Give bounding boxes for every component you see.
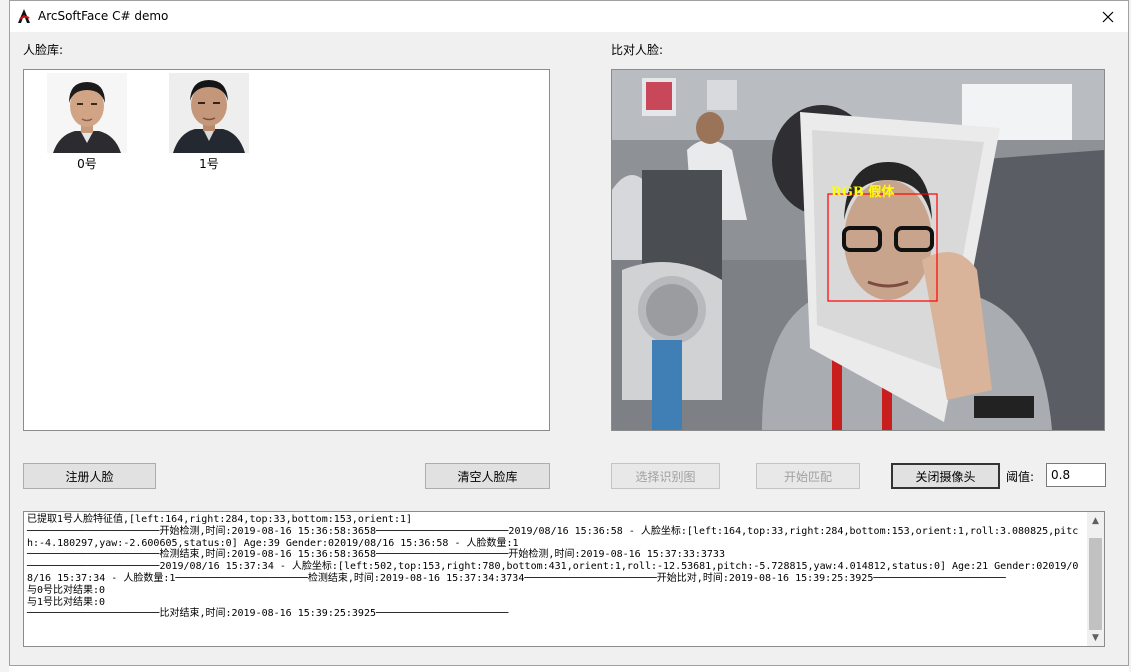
face-caption-1: 1号 [199,157,219,171]
face-thumbnail-0[interactable] [47,73,127,153]
camera-frame-image [612,70,1104,430]
scroll-thumb[interactable] [1089,538,1102,630]
close-camera-button[interactable]: 关闭摄像头 [891,463,1000,489]
window-title: ArcSoftFace C# demo [38,9,169,23]
scroll-up-arrow-icon[interactable]: ▲ [1087,512,1104,529]
face-library-panel[interactable]: 0号 1号 [23,69,550,431]
clear-face-library-button[interactable]: 清空人脸库 [425,463,550,489]
background-left-strip [0,0,9,672]
arcsoft-logo-icon [18,9,30,23]
log-textbox[interactable]: 已提取1号人脸特征值,[left:164,right:284,top:33,bo… [23,511,1105,647]
close-button[interactable] [1088,1,1128,32]
log-scrollbar[interactable]: ▲ ▼ [1087,512,1104,646]
face-caption-0: 0号 [77,157,97,171]
app-window: ArcSoftFace C# demo 人脸库: 比对人脸: 0号 1号 RGB… [9,0,1129,666]
face-library-label: 人脸库: [23,43,64,57]
camera-preview: RGB 假体 [611,69,1105,431]
log-text: 已提取1号人脸特征值,[left:164,right:284,top:33,bo… [27,514,1079,620]
compare-face-label: 比对人脸: [611,43,664,57]
scroll-down-arrow-icon[interactable]: ▼ [1087,629,1104,646]
register-face-button[interactable]: 注册人脸 [23,463,156,489]
threshold-label: 阈值: [1006,470,1035,484]
close-icon [1102,11,1114,22]
title-bar[interactable]: ArcSoftFace C# demo [10,1,1128,32]
start-match-button[interactable]: 开始匹配 [756,463,860,489]
detection-label: RGB 假体 [831,185,895,200]
select-image-button[interactable]: 选择识别图 [611,463,720,489]
threshold-input[interactable] [1046,463,1106,487]
face-thumbnail-1[interactable] [169,73,249,153]
